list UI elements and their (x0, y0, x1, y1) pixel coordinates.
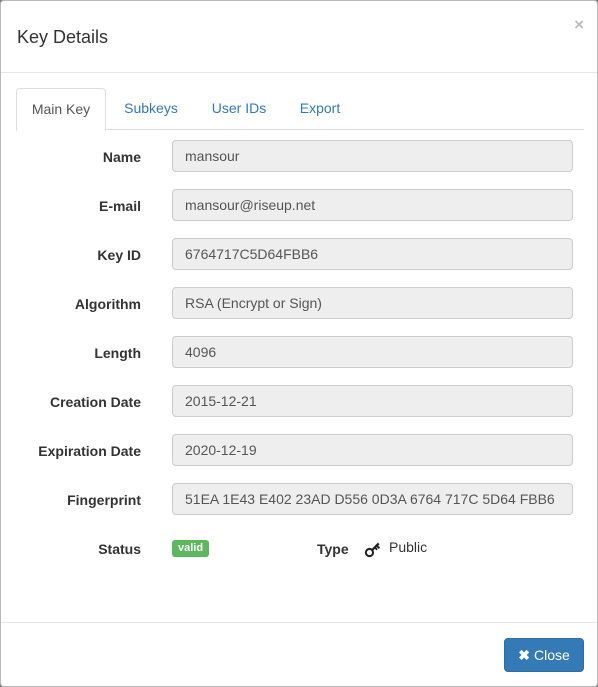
status-label: Status (98, 541, 141, 557)
dialog-title: Key Details (17, 27, 109, 47)
close-button-label: Close (533, 647, 570, 663)
creation-date-label: Creation Date (49, 394, 141, 410)
tab-subkeys[interactable]: Subkeys (116, 88, 186, 128)
name-field[interactable]: mansour (172, 140, 573, 172)
length-label: Length (94, 345, 141, 361)
expiration-date-field[interactable]: 2020-12-19 (172, 434, 573, 466)
algorithm-field[interactable]: RSA (Encrypt or Sign) (172, 287, 573, 319)
fingerprint-label: Fingerprint (67, 492, 141, 508)
tab-export[interactable]: Export (292, 88, 348, 128)
fingerprint-field[interactable]: 51EA 1E43 E402 23AD D556 0D3A 6764 717C … (172, 483, 573, 515)
name-label: Name (102, 149, 141, 165)
type-value: Public (389, 539, 428, 555)
type-label: Type (317, 541, 349, 557)
key-id-field[interactable]: 6764717C5D64FBB6 (172, 238, 573, 270)
dialog-close-icon[interactable]: × (574, 15, 584, 35)
algorithm-label: Algorithm (74, 296, 141, 312)
expiration-date-label: Expiration Date (38, 443, 141, 459)
dialog-header: Key Details × (1, 1, 597, 73)
key-icon (364, 542, 381, 558)
key-id-label: Key ID (97, 247, 141, 263)
length-field[interactable]: 4096 (172, 336, 573, 368)
creation-date-field[interactable]: 2015-12-21 (172, 385, 573, 417)
email-field[interactable]: mansour@riseup.net (172, 189, 573, 221)
tab-bar: Main Key Subkeys User IDs Export (16, 88, 584, 131)
close-button[interactable]: ✖ Close (504, 638, 584, 672)
close-x-icon: ✖ (518, 647, 530, 663)
status-badge: valid (172, 540, 210, 557)
key-details-dialog: Key Details × Main Key Subkeys User IDs … (0, 0, 598, 687)
email-label: E-mail (98, 198, 141, 214)
tab-user-ids[interactable]: User IDs (204, 88, 274, 128)
tab-main-key[interactable]: Main Key (16, 88, 106, 131)
